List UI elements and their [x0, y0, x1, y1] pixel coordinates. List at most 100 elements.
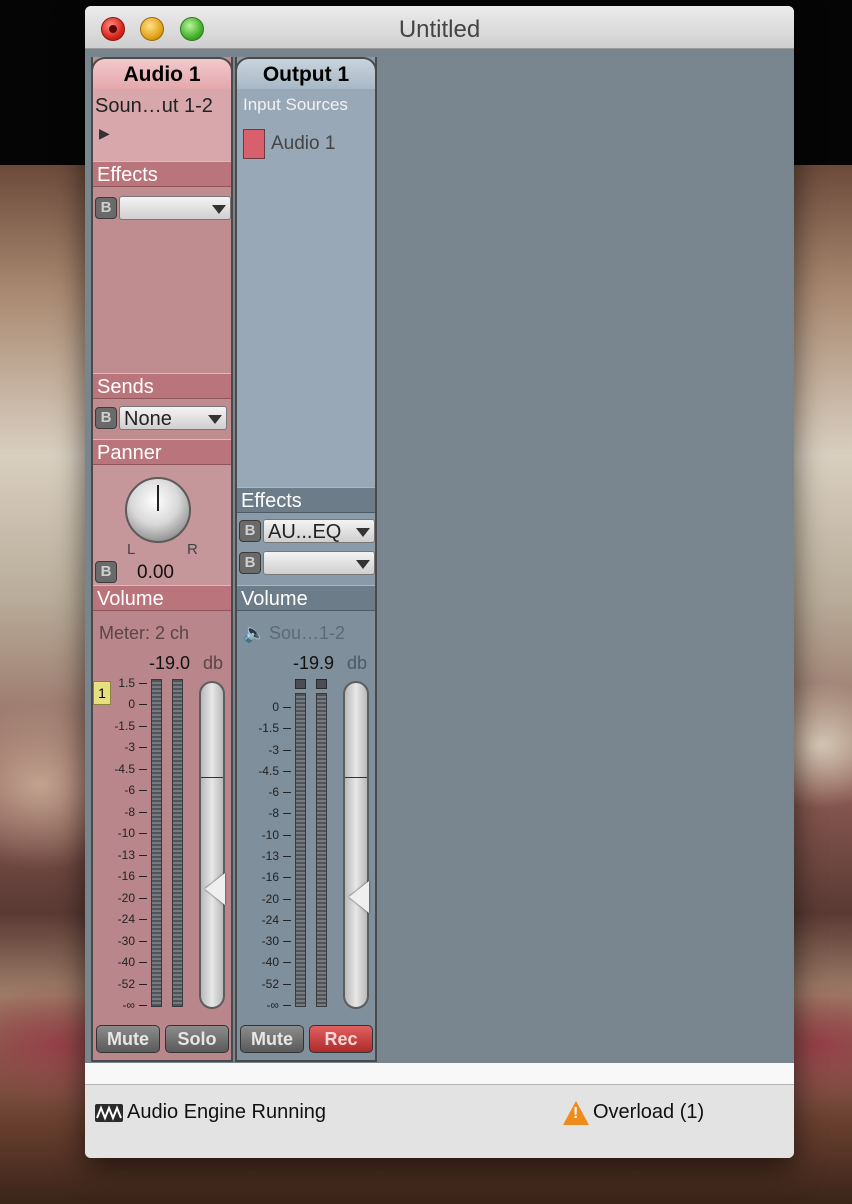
output-effect1-value: AU...EQ [268, 521, 342, 543]
warning-icon [563, 1101, 589, 1125]
audio-panner-bypass-button[interactable]: B [95, 561, 117, 583]
audio-input-section: Soun…ut 1-2 ▶ [93, 89, 231, 161]
meter-scale-label: -30 [261, 934, 279, 949]
output-volume-fader-handle[interactable] [349, 881, 369, 914]
status-bar: Audio Engine Running Overload (1) [85, 1084, 794, 1158]
output-mute-button[interactable]: Mute [240, 1025, 304, 1053]
output-volume-section: Volume 🔈 Sou…1-2 -19.9 db 0 -1.5 -3 -4.5 -6 -… [237, 585, 375, 1060]
meter-scale-tick [139, 940, 147, 942]
meter-scale-tick [139, 768, 147, 770]
output-device-label[interactable]: Sou…1-2 [269, 623, 345, 644]
meter-scale-tick [139, 683, 147, 684]
meter-scale-tick [139, 1005, 147, 1006]
meter-scale-tick [139, 897, 147, 899]
audio-meter-right [172, 679, 183, 1007]
meter-scale-label: -4.5 [114, 761, 135, 776]
meter-scale-tick [283, 856, 291, 857]
meter-scale-label: -6 [268, 785, 279, 800]
meter-scale-tick [283, 707, 291, 708]
meter-scale-tick [283, 792, 291, 794]
audio-effects-bypass-button[interactable]: B [95, 197, 117, 219]
meter-scale-tick [139, 983, 147, 985]
output-strip-tab[interactable]: Output 1 [235, 57, 377, 89]
meter-scale-tick [139, 704, 147, 706]
meter-scale-tick [139, 790, 147, 792]
mixer-window: Untitled Audio 1 Soun…ut 1-2 ▶ Effects B… [85, 6, 794, 1158]
audio-sends-section: Sends B None [93, 373, 231, 437]
output-clip-led-left[interactable] [295, 679, 306, 689]
meter-scale-label: -52 [117, 976, 135, 991]
output-effect1-popup[interactable]: AU...EQ [263, 519, 375, 543]
meter-scale-tick [283, 813, 291, 815]
meter-scale-label: -20 [261, 891, 279, 906]
meter-scale-label: -8 [268, 806, 279, 821]
overload-status-text[interactable]: Overload (1) [593, 1101, 704, 1124]
output-channel-strip: Output 1 Input Sources Audio 1 Effects B… [235, 57, 377, 1062]
pan-left-label: L [127, 541, 136, 558]
meter-scale-label: -3 [124, 740, 135, 755]
meter-scale-tick [283, 728, 291, 730]
audio-channel-strip: Audio 1 Soun…ut 1-2 ▶ Effects B Sends B … [91, 57, 233, 1062]
output-meter-left [295, 693, 306, 1007]
output-clip-led-right[interactable] [316, 679, 327, 689]
meter-scale-label: -24 [117, 912, 135, 927]
audio-level-value: -19.0 [149, 653, 191, 673]
meter-scale-label: 0 [128, 697, 135, 712]
meter-scale-label: -10 [117, 826, 135, 841]
pan-knob-indicator [157, 485, 159, 511]
meter-scale-tick [283, 877, 291, 879]
meter-scale-label: -∞ [266, 998, 279, 1012]
waveform-icon [95, 1104, 123, 1122]
meter-scale-label: -4.5 [258, 763, 279, 778]
audio-panner-header: Panner [93, 439, 231, 465]
audio-effect-slot-popup[interactable] [119, 196, 231, 220]
meter-scale-label: -30 [117, 933, 135, 948]
audio-panner-section: Panner L R B 0.00 [93, 439, 231, 585]
status-divider [85, 1063, 794, 1084]
title-bar[interactable]: Untitled [85, 6, 794, 49]
audio-meter-label[interactable]: Meter: 2 ch [99, 623, 189, 644]
meter-scale-label: -16 [117, 869, 135, 884]
disclosure-triangle-icon[interactable]: ▶ [99, 125, 110, 142]
meter-scale-label: -20 [117, 890, 135, 905]
output-volume-fader-track[interactable] [343, 681, 369, 1009]
pan-right-label: R [187, 541, 198, 558]
audio-input-label[interactable]: Soun…ut 1-2 [95, 95, 213, 118]
output-level-unit: db [347, 653, 368, 673]
meter-scale-tick [283, 749, 291, 751]
meter-scale-label: -24 [261, 912, 279, 927]
output-effect1-bypass-button[interactable]: B [239, 520, 261, 542]
output-effect2-popup[interactable] [263, 551, 375, 575]
chevron-down-icon [212, 205, 226, 214]
audio-sends-popup[interactable]: None [119, 406, 227, 430]
audio-mute-button[interactable]: Mute [96, 1025, 160, 1053]
audio-solo-button[interactable]: Solo [165, 1025, 229, 1053]
output-effect2-bypass-button[interactable]: B [239, 552, 261, 574]
audio-volume-fader-track[interactable] [199, 681, 225, 1009]
meter-scale-label: -8 [124, 804, 135, 819]
meter-scale-tick [139, 919, 147, 921]
meter-scale-label: -16 [261, 870, 279, 885]
pan-knob[interactable] [125, 477, 191, 543]
meter-scale-label: -6 [124, 783, 135, 798]
audio-effects-section: Effects B [93, 161, 231, 373]
source-color-swatch [243, 129, 265, 159]
input-source-item[interactable]: Audio 1 [271, 133, 335, 155]
window-title: Untitled [398, 16, 481, 43]
meter-scale-tick [139, 725, 147, 727]
audio-effects-header: Effects [93, 161, 231, 187]
meter-scale-tick [283, 1005, 291, 1006]
meter-scale-label: -13 [117, 847, 135, 862]
output-rec-button[interactable]: Rec [309, 1025, 373, 1053]
audio-meter-left [151, 679, 162, 1007]
audio-strip-tab[interactable]: Audio 1 [91, 57, 233, 89]
audio-sends-bypass-button[interactable]: B [95, 407, 117, 429]
meter-scale-label: -1.5 [114, 718, 135, 733]
meter-scale-label: -10 [261, 827, 279, 842]
fader-zero-mark [345, 777, 367, 778]
chevron-down-icon [356, 528, 370, 537]
audio-volume-fader-handle[interactable] [205, 872, 225, 905]
engine-status-text: Audio Engine Running [127, 1101, 327, 1123]
meter-scale-tick [283, 834, 291, 836]
input-sources-section: Input Sources Audio 1 [237, 89, 375, 487]
